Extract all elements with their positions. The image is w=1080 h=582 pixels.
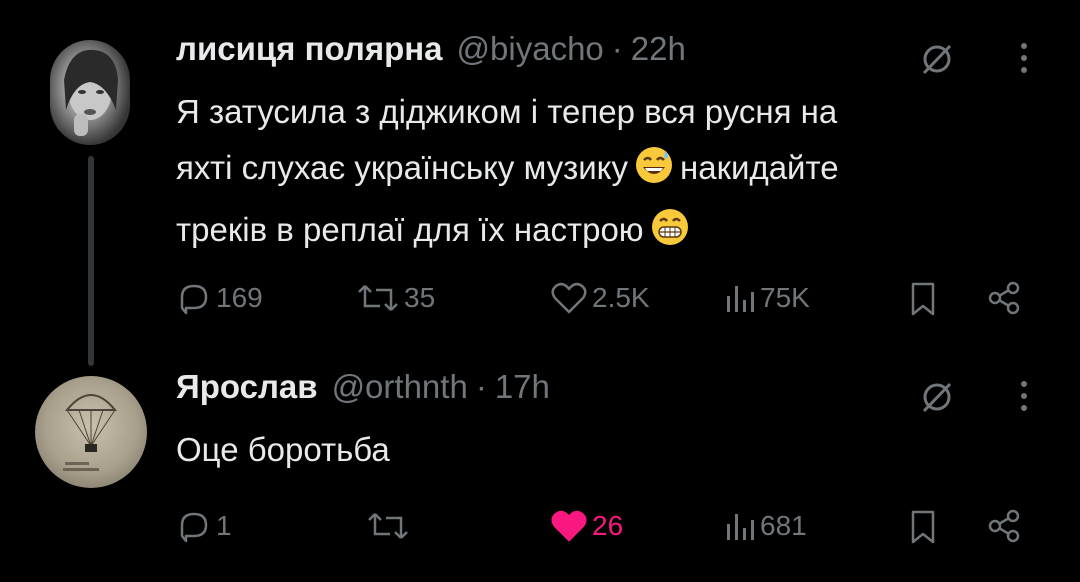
views-icon: [727, 286, 754, 312]
views-button[interactable]: 681: [724, 508, 807, 544]
repost-button[interactable]: 35: [356, 280, 435, 316]
grin-emoji: [650, 207, 690, 264]
views-count: 681: [760, 510, 807, 541]
avatar[interactable]: [50, 40, 130, 145]
like-icon: [551, 510, 587, 542]
reply-icon: [180, 284, 208, 315]
like-icon: [551, 282, 587, 314]
display-name[interactable]: лисиця полярна: [176, 30, 443, 68]
repost-icon: [368, 513, 408, 539]
sweat-smile-icon: [636, 147, 672, 183]
user-handle[interactable]: @biyacho: [457, 30, 604, 68]
tweet-text-segment: накидайте: [680, 149, 839, 186]
share-icon: [988, 509, 1020, 543]
display-name[interactable]: Ярослав: [176, 368, 318, 406]
views-icon: [727, 514, 754, 540]
reply-button[interactable]: 169: [176, 280, 263, 316]
separator: ·: [475, 368, 487, 405]
avatar[interactable]: [35, 376, 147, 488]
thread-line: [88, 156, 94, 366]
bookmark-button[interactable]: [908, 280, 938, 318]
tweet-text-segment: треків в реплаї для їх настрою: [176, 211, 644, 248]
share-button[interactable]: [986, 508, 1022, 544]
avatar-photo: [64, 49, 118, 136]
sweat-smile-emoji: [634, 145, 674, 202]
tweet[interactable]: лисиця полярна @biyacho · 22h Я затусила…: [176, 30, 1040, 316]
tweet-text-line: яхті слухає українську музику накидайте: [176, 140, 1036, 202]
like-button[interactable]: 2.5K: [550, 280, 650, 316]
tweet-text-line: Я затусила з діджиком і тепер вся русня …: [176, 93, 838, 130]
views-count: 75K: [760, 282, 810, 313]
action-bar: 169 35 2.5K 75K: [176, 280, 1040, 320]
action-bar: 1 26 681: [176, 508, 1040, 548]
tweet-text: Оце боротьба: [176, 431, 390, 468]
bookmark-button[interactable]: [908, 508, 938, 546]
more-icon[interactable]: [1018, 40, 1030, 81]
tweet-header: лисиця полярна @biyacho · 22h: [176, 30, 1040, 80]
user-handle[interactable]: @orthnth: [332, 368, 468, 406]
reply-count: 169: [216, 282, 263, 313]
repost-button[interactable]: [366, 508, 410, 544]
bookmark-icon: [911, 510, 935, 544]
tweet[interactable]: Ярослав @orthnth · 17h Оце боротьба 1 26…: [176, 368, 1040, 544]
reply-button[interactable]: 1: [176, 508, 232, 544]
timestamp[interactable]: 22h: [631, 30, 686, 68]
tweet-text-segment: яхті слухає українську музику: [176, 149, 628, 186]
separator: ·: [611, 30, 623, 67]
share-button[interactable]: [986, 280, 1022, 316]
grok-icon[interactable]: [920, 380, 954, 419]
views-button[interactable]: 75K: [724, 280, 810, 316]
more-icon[interactable]: [1018, 378, 1030, 419]
timestamp[interactable]: 17h: [495, 368, 550, 406]
tweet-header: Ярослав @orthnth · 17h: [176, 368, 1040, 418]
reply-count: 1: [216, 510, 232, 541]
like-count: 26: [592, 510, 624, 541]
share-icon: [988, 281, 1020, 315]
bookmark-icon: [911, 282, 935, 316]
like-count: 2.5K: [592, 282, 650, 313]
repost-icon: [358, 285, 398, 311]
reply-icon: [180, 512, 208, 543]
repost-count: 35: [404, 282, 436, 313]
tweet-text-line: треків в реплаї для їх настрою: [176, 202, 1036, 264]
grin-icon: [651, 209, 688, 245]
avatar-photo: [63, 394, 118, 471]
like-button[interactable]: 26: [550, 508, 623, 544]
tweet-text: Я затусила з діджиком і тепер вся русня …: [176, 84, 1036, 264]
grok-icon[interactable]: [920, 42, 954, 81]
